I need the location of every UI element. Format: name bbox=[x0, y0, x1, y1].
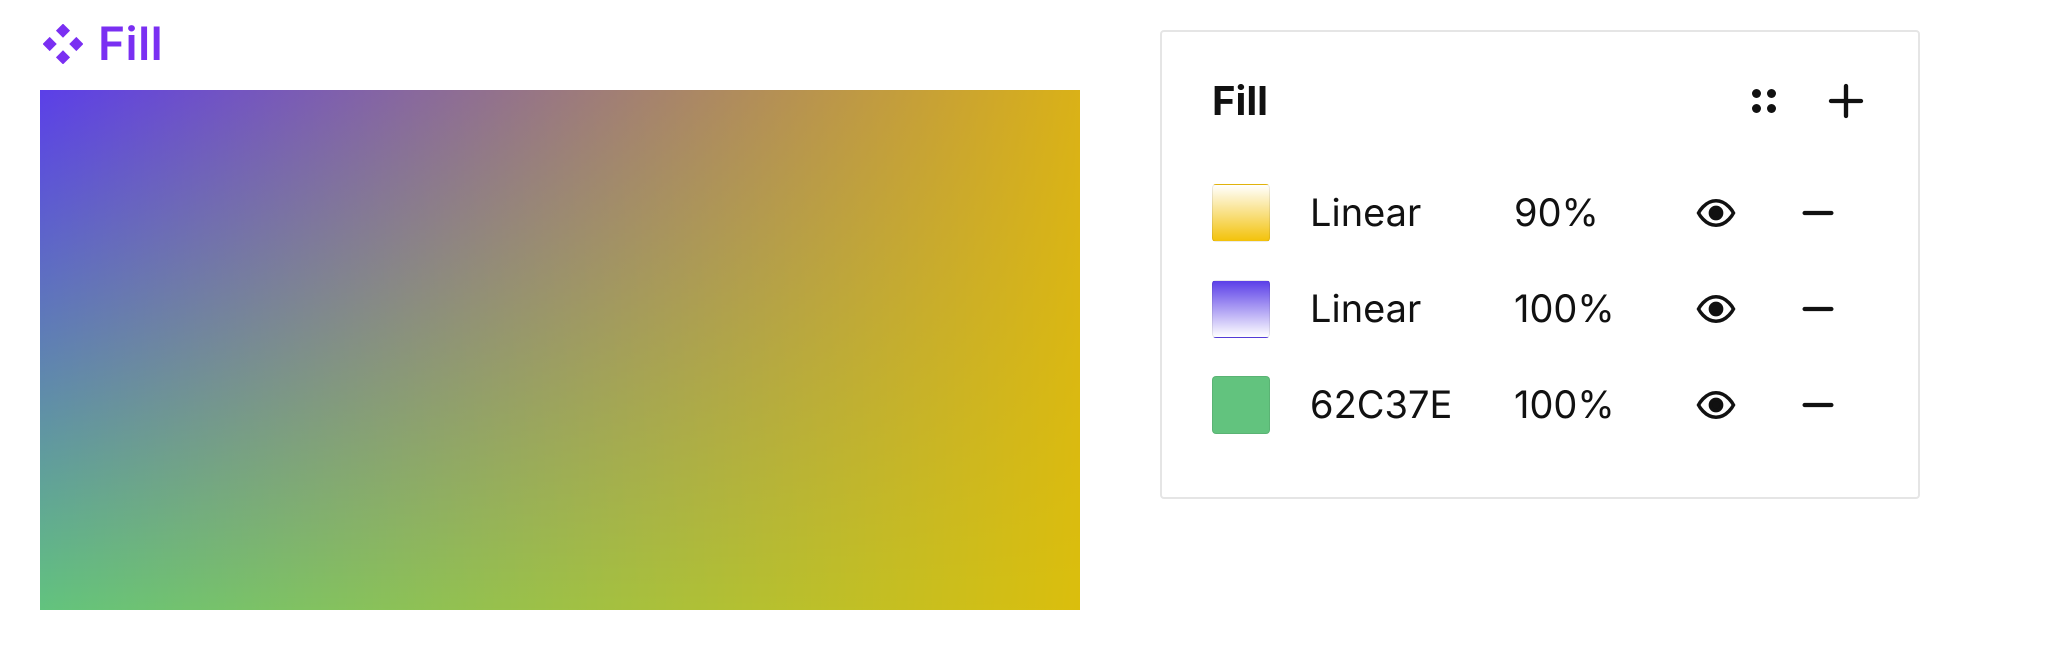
fill-type-label[interactable]: 62C37E bbox=[1310, 382, 1484, 428]
fill-swatch[interactable] bbox=[1212, 184, 1270, 242]
fill-row: 62C37E 100% bbox=[1212, 357, 1868, 453]
frame-label-text: Fill bbox=[98, 16, 163, 72]
preview-layer-yellow bbox=[40, 90, 1080, 610]
visibility-toggle[interactable] bbox=[1694, 383, 1738, 427]
fill-styles-button[interactable] bbox=[1742, 79, 1786, 123]
fill-row: Linear 100% bbox=[1212, 261, 1868, 357]
fill-panel-title: Fill bbox=[1212, 76, 1268, 125]
fill-opacity-value[interactable]: 100% bbox=[1514, 382, 1664, 428]
component-icon bbox=[40, 21, 86, 67]
fill-row: Linear 90% bbox=[1212, 165, 1868, 261]
fill-opacity-value[interactable]: 90% bbox=[1514, 190, 1664, 236]
fill-swatch[interactable] bbox=[1212, 280, 1270, 338]
fill-type-label[interactable]: Linear bbox=[1310, 190, 1484, 236]
visibility-toggle[interactable] bbox=[1694, 191, 1738, 235]
fill-preview-frame: Fill bbox=[40, 30, 1080, 610]
fill-preview[interactable] bbox=[40, 90, 1080, 610]
remove-fill-button[interactable] bbox=[1796, 191, 1840, 235]
fill-panel-header: Fill bbox=[1212, 76, 1868, 125]
frame-label: Fill bbox=[40, 16, 163, 72]
remove-fill-button[interactable] bbox=[1796, 383, 1840, 427]
remove-fill-button[interactable] bbox=[1796, 287, 1840, 331]
add-fill-button[interactable] bbox=[1824, 79, 1868, 123]
fill-swatch[interactable] bbox=[1212, 376, 1270, 434]
fill-type-label[interactable]: Linear bbox=[1310, 286, 1484, 332]
visibility-toggle[interactable] bbox=[1694, 287, 1738, 331]
fill-opacity-value[interactable]: 100% bbox=[1514, 286, 1664, 332]
fill-panel: Fill bbox=[1160, 30, 1920, 499]
